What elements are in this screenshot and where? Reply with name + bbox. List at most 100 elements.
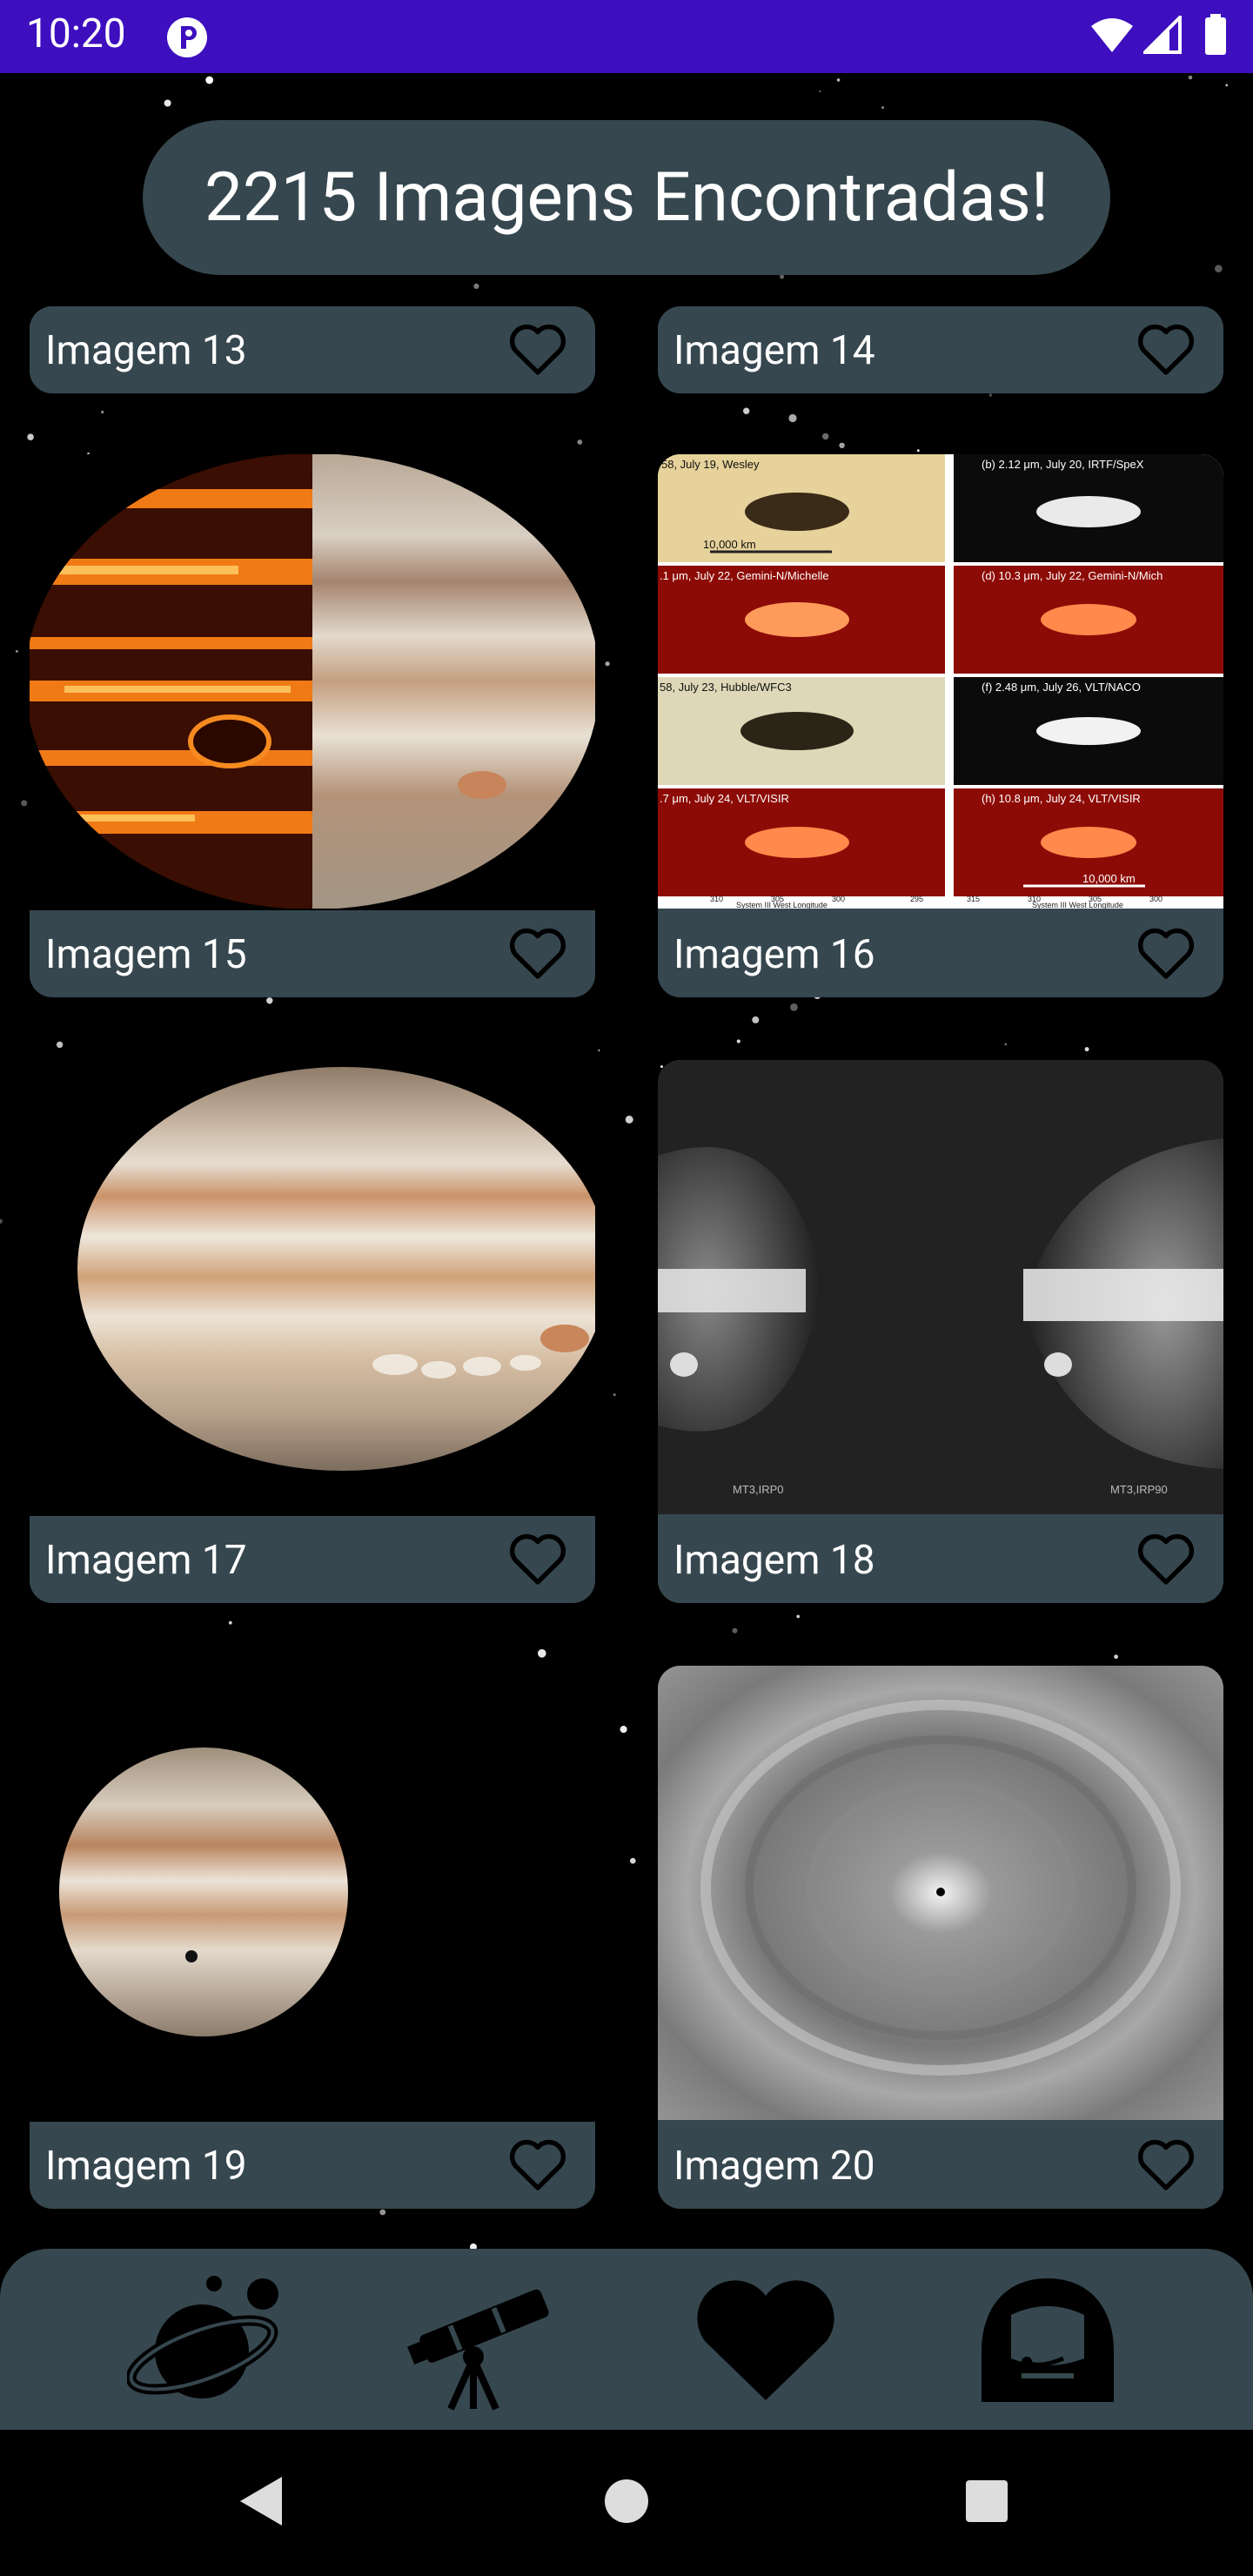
- star: [630, 1857, 636, 1864]
- card-label: Imagem 20: [673, 2143, 875, 2190]
- favorite-heart-icon[interactable]: [506, 924, 569, 982]
- card-label-bar: Imagem 19: [30, 2122, 595, 2209]
- svg-text:System III West Longitude: System III West Longitude: [1032, 901, 1123, 909]
- card-label-bar: Imagem 18: [658, 1516, 1223, 1603]
- card-label-bar: Imagem 15: [30, 910, 595, 997]
- jupiter-grayscale-pair-image: MT3,IRP0 MT3,IRP90: [658, 1060, 1223, 1514]
- favorite-heart-icon[interactable]: [1135, 2136, 1197, 2193]
- star: [379, 2209, 386, 2216]
- pi-app-icon: [167, 17, 207, 57]
- image-card-17[interactable]: Imagem 17: [30, 1060, 595, 1603]
- star: [839, 442, 845, 448]
- panel-f-caption: (f) 2.48 μm, July 26, VLT/NACO: [982, 681, 1141, 694]
- card-label-bar: Imagem 16: [658, 910, 1223, 997]
- svg-text:295: 295: [910, 895, 923, 903]
- star: [788, 413, 797, 423]
- star: [21, 800, 28, 807]
- card-label-bar: Imagem 13: [30, 306, 595, 393]
- image-card-13[interactable]: Imagem 13: [30, 306, 595, 393]
- panel-c-caption: .1 μm, July 22, Gemini-N/Michelle: [660, 569, 829, 582]
- card-label: Imagem 18: [673, 1537, 875, 1584]
- jupiter-multi-panel-observations-image: 58, July 19, Wesley 10,000 km (b) 2.12 μ…: [658, 454, 1223, 909]
- star: [1004, 1043, 1008, 1046]
- star: [15, 649, 18, 653]
- jupiter-pole-grayscale-image: [658, 1666, 1223, 2120]
- bottom-navigation: [0, 2249, 1253, 2430]
- panel-b-caption: (b) 2.12 μm, July 20, IRTF/SpeX: [982, 458, 1144, 471]
- star: [266, 997, 273, 1004]
- system-navigation-bar: [0, 2430, 1253, 2576]
- astronaut-icon[interactable]: [969, 2271, 1126, 2411]
- image-card-18[interactable]: MT3,IRP0 MT3,IRP90 Imagem 18: [658, 1060, 1223, 1603]
- card-label: Imagem 16: [673, 931, 875, 978]
- star: [752, 1016, 760, 1023]
- star: [736, 1039, 740, 1043]
- svg-text:315: 315: [967, 895, 980, 903]
- image-card-15[interactable]: Imagem 15: [30, 454, 595, 997]
- status-time: 10:20: [26, 10, 126, 57]
- telescope-icon[interactable]: [400, 2271, 557, 2411]
- jupiter-with-shadow-image: [30, 1666, 595, 2120]
- star: [836, 78, 841, 82]
- star: [577, 439, 583, 445]
- recents-icon[interactable]: [964, 2473, 1009, 2529]
- star: [0, 1218, 3, 1224]
- star: [27, 433, 34, 441]
- status-bar: 10:20: [0, 0, 1253, 73]
- jupiter-hubble-visible-image: [30, 1060, 595, 1514]
- star: [205, 76, 214, 84]
- image-card-20[interactable]: Imagem 20: [658, 1666, 1223, 2209]
- star: [625, 1115, 633, 1124]
- star: [164, 99, 171, 107]
- svg-text:System III West Longitude: System III West Longitude: [736, 901, 828, 909]
- panel-g-caption: .7 μm, July 24, VLT/VISIR: [660, 792, 789, 805]
- back-icon[interactable]: [235, 2473, 287, 2529]
- card-label-bar: Imagem 17: [30, 1516, 595, 1603]
- star: [605, 661, 610, 667]
- wifi-icon: [1091, 18, 1133, 52]
- favorite-heart-icon[interactable]: [1135, 924, 1197, 982]
- star: [101, 410, 104, 414]
- svg-text:300: 300: [832, 895, 845, 903]
- frame-caption-left: MT3,IRP0: [733, 1483, 784, 1496]
- jupiter-infrared-visible-split-image: [30, 454, 595, 909]
- battery-icon: [1205, 14, 1226, 55]
- star: [796, 1614, 800, 1619]
- star: [916, 449, 920, 453]
- card-label-bar: Imagem 20: [658, 2122, 1223, 2209]
- card-label: Imagem 19: [45, 2143, 247, 2190]
- star: [473, 283, 479, 289]
- star: [228, 1620, 232, 1625]
- image-card-14[interactable]: Imagem 14: [658, 306, 1223, 393]
- favorite-heart-icon[interactable]: [506, 320, 569, 378]
- results-count-pill: 2215 Imagens Encontradas!: [143, 120, 1110, 275]
- panel-e-caption: 58, July 23, Hubble/WFC3: [660, 681, 792, 694]
- card-label: Imagem 17: [45, 1537, 247, 1584]
- star: [988, 393, 993, 397]
- star: [1188, 75, 1193, 80]
- star: [780, 274, 785, 279]
- star: [822, 433, 829, 440]
- panel-d-caption: (d) 10.3 μm, July 22, Gemini-N/Mich: [982, 569, 1163, 582]
- star: [620, 1726, 627, 1734]
- planet-icon[interactable]: [127, 2271, 284, 2411]
- star: [1084, 1047, 1089, 1052]
- image-card-16[interactable]: 58, July 19, Wesley 10,000 km (b) 2.12 μ…: [658, 454, 1223, 997]
- star: [1114, 1654, 1118, 1660]
- favorite-heart-icon[interactable]: [506, 2136, 569, 2193]
- star: [743, 407, 750, 414]
- favorite-heart-icon[interactable]: [506, 1530, 569, 1587]
- star: [1225, 84, 1229, 87]
- star: [1215, 265, 1223, 272]
- card-label: Imagem 15: [45, 931, 247, 978]
- star: [598, 1049, 600, 1051]
- favorite-heart-icon[interactable]: [1135, 320, 1197, 378]
- home-icon[interactable]: [604, 2473, 649, 2529]
- star: [613, 1393, 616, 1397]
- favorite-heart-icon[interactable]: [1135, 1530, 1197, 1587]
- image-card-19[interactable]: Imagem 19: [30, 1666, 595, 2209]
- star: [819, 90, 821, 92]
- star: [881, 106, 884, 110]
- heart-icon[interactable]: [687, 2271, 844, 2411]
- panel-a-scale: 10,000 km: [703, 538, 756, 551]
